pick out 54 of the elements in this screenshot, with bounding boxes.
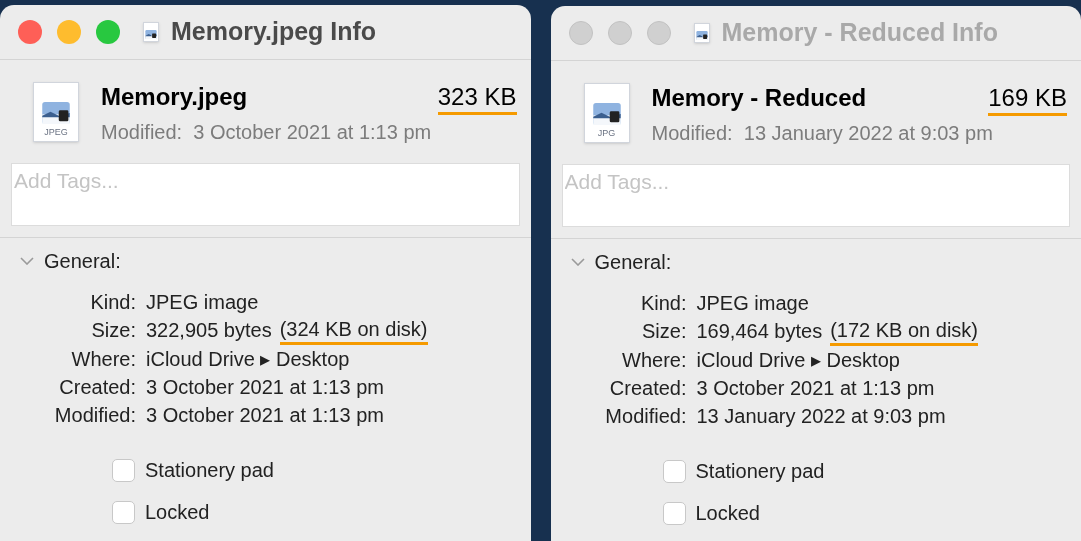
file-name: Memory - Reduced (651, 83, 867, 113)
checkbox[interactable] (662, 501, 686, 525)
checkbox-option[interactable]: Stationery pad (662, 456, 1081, 486)
minimize-button[interactable] (607, 21, 632, 45)
modified-date: Modified: 13 January 2022 at 9:03 pm (651, 121, 994, 146)
field-label: Where: (621, 348, 687, 373)
image-thumbnail-icon (42, 102, 70, 124)
field-value: iCloud Drive ▸ Desktop (146, 347, 350, 372)
field-label: Created: (608, 376, 687, 401)
window-title: Memory - Reduced Info (721, 17, 998, 49)
tags-field[interactable]: Add Tags... (561, 164, 1070, 227)
field-value: JPEG image (146, 290, 259, 315)
field-value: 13 January 2022 at 9:03 pm (696, 404, 946, 429)
checkbox-option[interactable]: Locked (112, 497, 531, 527)
field-value: JPEG image (696, 291, 809, 316)
file-type-label: JPEG (44, 128, 68, 137)
checkbox[interactable] (112, 458, 135, 482)
checkbox[interactable] (662, 459, 686, 483)
file-name: Memory.jpeg (101, 82, 248, 112)
field-value: 3 October 2021 at 1:13 pm (146, 403, 384, 428)
close-button[interactable] (568, 21, 593, 45)
zoom-button[interactable] (96, 20, 120, 44)
field-value: 322,905 bytes (146, 318, 272, 343)
file-size: 169 KB (988, 83, 1067, 116)
field-value: iCloud Drive ▸ Desktop (696, 348, 900, 373)
checkbox[interactable] (112, 500, 135, 524)
field-label: Modified: (53, 403, 136, 428)
field-value: 169,464 bytes (696, 319, 823, 344)
zoom-button[interactable] (646, 21, 671, 45)
field-label: Size: (90, 318, 136, 343)
disclosure-chevron-icon[interactable] (570, 258, 585, 266)
field-value: 3 October 2021 at 1:13 pm (146, 375, 384, 400)
field-label: Kind: (639, 291, 687, 316)
minimize-button[interactable] (57, 20, 81, 44)
field-label: Kind: (89, 290, 136, 315)
disk-size-note: (172 KB on disk) (830, 317, 978, 346)
field-value: 3 October 2021 at 1:13 pm (696, 376, 935, 401)
field-label: Modified: (604, 404, 687, 429)
disclosure-chevron-icon[interactable] (20, 257, 34, 265)
file-size: 323 KB (437, 82, 517, 115)
file-type-label: JPG (597, 129, 616, 138)
window-title: Memory.jpeg Info (171, 16, 377, 48)
checkbox-option[interactable]: Stationery pad (112, 455, 531, 485)
tags-field[interactable]: Add Tags... (11, 163, 520, 226)
disk-size-note: (324 KB on disk) (279, 316, 428, 345)
field-label: Size: (641, 319, 687, 344)
field-label: Created: (58, 375, 136, 400)
section-title: General: (594, 250, 672, 275)
checkbox-option[interactable]: Locked (662, 498, 1081, 528)
section-title: General: (44, 249, 121, 274)
image-thumbnail-icon (592, 103, 621, 125)
modified-date: Modified: 3 October 2021 at 1:13 pm (101, 120, 433, 145)
close-button[interactable] (18, 20, 42, 44)
field-label: Where: (70, 347, 136, 372)
